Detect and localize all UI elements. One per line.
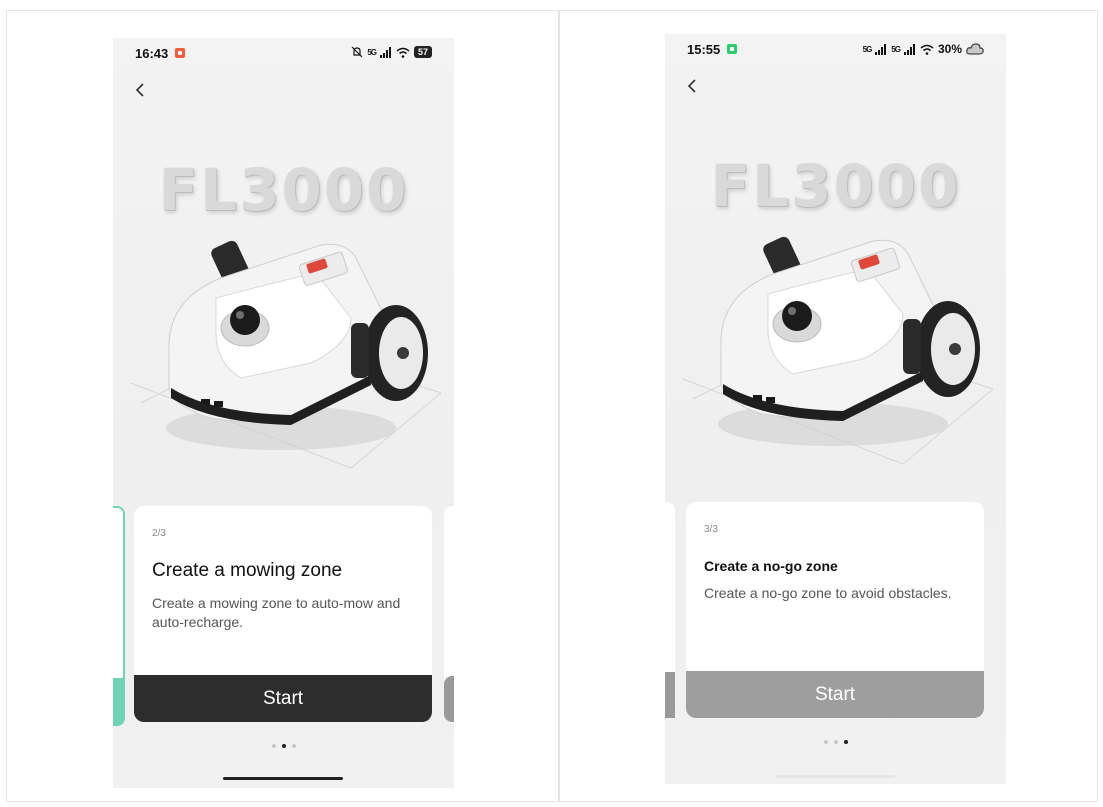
pagination-dot[interactable] bbox=[833, 740, 838, 744]
battery-percent: 30% bbox=[937, 42, 962, 56]
onboarding-card: 2/3 Create a mowing zone Create a mowing… bbox=[134, 506, 432, 722]
back-button[interactable] bbox=[687, 76, 697, 98]
signal-label: 5G bbox=[862, 44, 873, 54]
bell-off-icon bbox=[351, 46, 363, 58]
next-card-button bbox=[444, 676, 454, 722]
signal-label-2: 5G bbox=[891, 44, 901, 54]
status-bar: 15:55 5G 5G 30% bbox=[665, 42, 1006, 60]
status-icons: 5G 5G 30% bbox=[863, 42, 984, 56]
chevron-left-icon bbox=[135, 83, 144, 97]
cloud-icon bbox=[966, 43, 984, 55]
mower-image bbox=[682, 236, 994, 465]
pagination-dot-active[interactable] bbox=[281, 744, 286, 748]
pagination-dots bbox=[113, 735, 454, 753]
pagination-dot[interactable] bbox=[291, 744, 296, 748]
home-indicator[interactable] bbox=[775, 775, 895, 778]
step-counter: 2/3 bbox=[152, 528, 166, 539]
wifi-icon bbox=[920, 44, 934, 55]
status-time: 15:55 bbox=[687, 42, 721, 57]
battery-level: 57 bbox=[413, 46, 432, 58]
status-bar: 16:43 5G 57 bbox=[113, 46, 454, 64]
previous-card-button bbox=[665, 672, 675, 718]
status-icons: 5G 57 bbox=[351, 46, 432, 58]
card-description: Create a no-go zone to avoid obstacles. bbox=[704, 585, 952, 601]
status-time: 16:43 bbox=[135, 46, 169, 61]
pagination-dot[interactable] bbox=[823, 740, 828, 744]
notification-app-icon bbox=[175, 48, 185, 58]
wifi-icon bbox=[396, 47, 410, 58]
signal-label: 5G bbox=[367, 47, 377, 57]
start-button[interactable]: Start bbox=[134, 675, 432, 722]
pagination-dot-active[interactable] bbox=[843, 740, 848, 744]
pagination-dot[interactable] bbox=[271, 744, 276, 748]
card-description: Create a mowing zone to auto-mow and aut… bbox=[152, 595, 401, 630]
chevron-left-icon bbox=[687, 79, 696, 93]
signal-bars-icon bbox=[875, 43, 887, 55]
mower-image bbox=[130, 240, 442, 469]
previous-card-peek[interactable] bbox=[113, 506, 125, 726]
step-counter: 3/3 bbox=[704, 524, 718, 535]
previous-card-button bbox=[113, 678, 123, 724]
phone-screen-left: 16:43 5G 57 FL3000 2/3 Create a mowing z… bbox=[113, 38, 454, 788]
home-indicator[interactable] bbox=[223, 777, 343, 780]
back-button[interactable] bbox=[135, 80, 145, 102]
signal-bars-icon bbox=[379, 46, 391, 58]
pagination-dots bbox=[665, 731, 1006, 749]
signal-bars-icon bbox=[903, 43, 915, 55]
previous-card-peek[interactable] bbox=[665, 502, 675, 718]
notification-app-icon bbox=[727, 44, 737, 54]
start-button[interactable]: Start bbox=[686, 671, 984, 718]
phone-screen-right: 15:55 5G 5G 30% FL3000 3/3 Create a no-g… bbox=[665, 34, 1006, 784]
card-title: Create a no-go zone bbox=[704, 558, 838, 574]
card-title: Create a mowing zone bbox=[152, 560, 343, 581]
onboarding-card: 3/3 Create a no-go zone Create a no-go z… bbox=[686, 502, 984, 718]
next-card-peek[interactable] bbox=[444, 506, 454, 722]
